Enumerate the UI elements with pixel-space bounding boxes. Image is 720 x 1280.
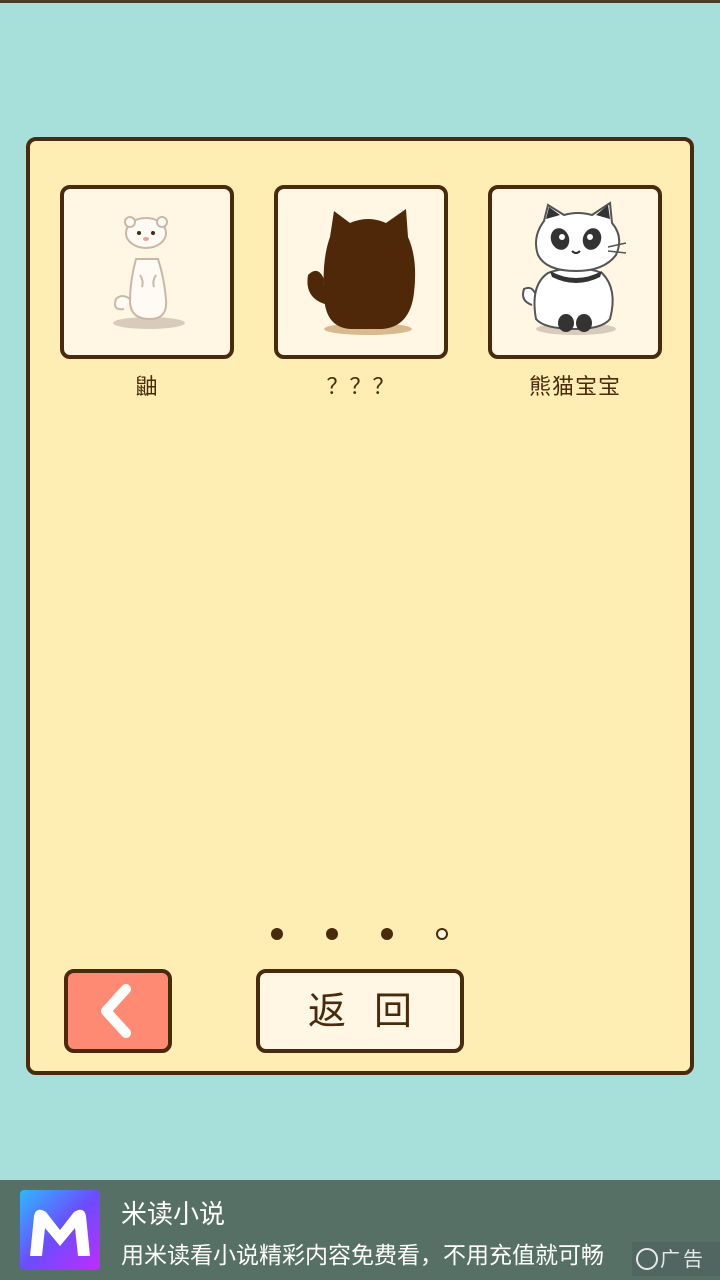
pet-card-weasel[interactable] <box>60 185 234 359</box>
pet-name-label: ？？？ <box>326 375 396 400</box>
ad-badge[interactable]: 广告 <box>632 1242 720 1276</box>
collection-panel: 鼬 ？？？ 熊猫宝宝 返回 <box>26 137 694 1075</box>
prev-page-button[interactable] <box>64 969 172 1053</box>
ad-info-icon <box>636 1248 658 1270</box>
locked-silhouette-cat <box>307 209 416 335</box>
pet-card-panda[interactable] <box>488 185 662 359</box>
page-dot[interactable] <box>326 928 338 940</box>
page-dot[interactable] <box>271 928 283 940</box>
pet-name-label: 鼬 <box>135 375 159 400</box>
pet-card-locked[interactable] <box>274 185 448 359</box>
back-button[interactable]: 返回 <box>256 969 464 1053</box>
page-dot-current[interactable] <box>436 928 448 940</box>
app-logo-icon <box>20 1190 100 1270</box>
chevron-left-icon <box>101 984 131 1038</box>
page-dot[interactable] <box>381 928 393 940</box>
panda-cat-image <box>522 201 627 335</box>
pet-name-label: 熊猫宝宝 <box>528 375 621 400</box>
weasel-image <box>113 216 185 329</box>
ad-description: 用米读看小说精彩内容免费看，不用充值就可畅 <box>121 1243 604 1269</box>
ad-banner[interactable]: 米读小说 用米读看小说精彩内容免费看，不用充值就可畅 广告 <box>0 1180 720 1280</box>
page-indicator <box>30 928 690 942</box>
status-bar-line <box>0 0 720 3</box>
ad-app-name: 米读小说 <box>121 1200 226 1230</box>
ad-badge-label: 广告 <box>660 1247 706 1271</box>
